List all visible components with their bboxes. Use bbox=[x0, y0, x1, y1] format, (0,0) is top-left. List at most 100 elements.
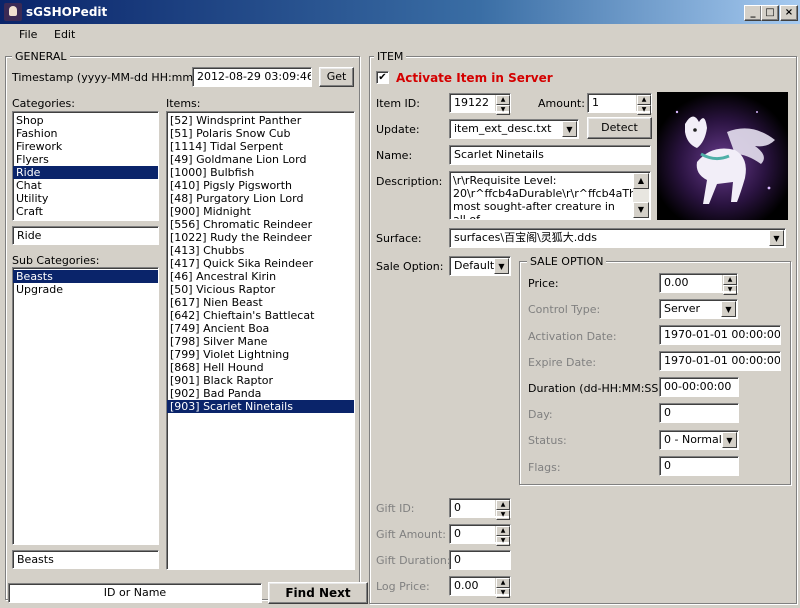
gift-amount-label: Gift Amount: bbox=[376, 528, 447, 541]
surface-label: Surface: bbox=[376, 232, 422, 245]
find-next-button[interactable]: Find Next bbox=[268, 582, 368, 604]
timestamp-label: Timestamp (yyyy-MM-dd HH:mm:ss): bbox=[12, 71, 217, 84]
item-list-item[interactable]: [1022] Rudy the Reindeer bbox=[167, 231, 354, 244]
item-list-item[interactable]: [799] Violet Lightning bbox=[167, 348, 354, 361]
scroll-down-icon[interactable]: ▼ bbox=[633, 202, 649, 218]
item-list-item[interactable]: [52] Windsprint Panther bbox=[167, 114, 354, 127]
item-list-item[interactable]: [50] Vicious Raptor bbox=[167, 283, 354, 296]
status-dropdown-arrow[interactable]: ▼ bbox=[722, 432, 737, 448]
category-list-item[interactable]: Shop bbox=[13, 114, 158, 127]
item-list-item[interactable]: [51] Polaris Snow Cub bbox=[167, 127, 354, 140]
activation-date-label: Activation Date: bbox=[528, 330, 617, 343]
name-input[interactable]: Scarlet Ninetails bbox=[449, 145, 651, 165]
day-input[interactable]: 0 bbox=[659, 403, 739, 423]
timestamp-input[interactable]: 2012-08-29 03:09:46 bbox=[192, 67, 312, 87]
item-list-item[interactable]: [901] Black Raptor bbox=[167, 374, 354, 387]
categories-label: Categories: bbox=[12, 97, 75, 110]
update-label: Update: bbox=[376, 123, 420, 136]
scroll-up-icon[interactable]: ▲ bbox=[633, 173, 649, 189]
category-list-item[interactable]: Chat bbox=[13, 179, 158, 192]
menu-file[interactable]: File bbox=[19, 28, 37, 41]
category-list-item[interactable]: Craft bbox=[13, 205, 158, 218]
surface-dropdown-arrow[interactable]: ▼ bbox=[769, 230, 784, 246]
control-type-label: Control Type: bbox=[528, 303, 601, 316]
description-scrollbar[interactable]: ▲ ▼ bbox=[633, 173, 649, 218]
description-label: Description: bbox=[376, 175, 443, 188]
item-list-item[interactable]: [413] Chubbs bbox=[167, 244, 354, 257]
category-list-item[interactable]: Flyers bbox=[13, 153, 158, 166]
name-label: Name: bbox=[376, 149, 413, 162]
surface-select[interactable]: surfaces\百宝阁\灵狐大.dds bbox=[449, 228, 786, 248]
status-label: Status: bbox=[528, 434, 567, 447]
flags-label: Flags: bbox=[528, 461, 561, 474]
subcategory-list-item[interactable]: Upgrade bbox=[13, 283, 158, 296]
menu-edit[interactable]: Edit bbox=[54, 28, 75, 41]
subcategories-label: Sub Categories: bbox=[12, 254, 100, 267]
subcategory-list-item[interactable]: Beasts bbox=[13, 270, 158, 283]
item-list-item[interactable]: [46] Ancestral Kirin bbox=[167, 270, 354, 283]
title-bar[interactable]: sGSHOPedit _ □ × bbox=[0, 0, 800, 24]
item-list-item[interactable]: [410] Pigsly Pigsworth bbox=[167, 179, 354, 192]
price-label: Price: bbox=[528, 277, 559, 290]
log-price-label: Log Price: bbox=[376, 580, 430, 593]
app-icon bbox=[4, 3, 22, 21]
item-preview-image bbox=[657, 92, 788, 220]
category-list-item[interactable]: Ride bbox=[13, 166, 158, 179]
item-list-item[interactable]: [749] Ancient Boa bbox=[167, 322, 354, 335]
item-list-item[interactable]: [1000] Bulbfish bbox=[167, 166, 354, 179]
search-input[interactable]: ID or Name bbox=[8, 583, 262, 603]
subcategories-list[interactable]: Beasts Upgrade bbox=[12, 267, 159, 545]
get-button[interactable]: Get bbox=[319, 67, 354, 87]
item-id-spinner[interactable]: ▲ ▼ bbox=[495, 95, 510, 115]
subcategory-field[interactable]: Beasts bbox=[12, 550, 159, 569]
item-list-item[interactable]: [903] Scarlet Ninetails bbox=[167, 400, 354, 413]
sale-option-legend: SALE OPTION bbox=[527, 255, 607, 268]
item-legend: ITEM bbox=[374, 50, 407, 63]
description-textarea[interactable]: \r\rRequisite Level: 20\r^ffcb4aDurable\… bbox=[449, 171, 651, 220]
category-list-item[interactable]: Utility bbox=[13, 192, 158, 205]
close-button[interactable]: × bbox=[780, 5, 798, 21]
menu-bar: File Edit bbox=[0, 24, 800, 44]
item-list-item[interactable]: [902] Bad Panda bbox=[167, 387, 354, 400]
category-field[interactable]: Ride bbox=[12, 226, 159, 245]
maximize-button[interactable]: □ bbox=[761, 5, 779, 21]
control-type-dropdown-arrow[interactable]: ▼ bbox=[721, 301, 736, 317]
sale-option-dropdown-arrow[interactable]: ▼ bbox=[494, 258, 509, 274]
general-legend: GENERAL bbox=[12, 50, 70, 63]
categories-list[interactable]: Shop Fashion Firework Flyers Ride Chat Utility… bbox=[12, 111, 159, 221]
activate-label: Activate Item in Server bbox=[396, 71, 553, 85]
gift-duration-input[interactable]: 0 bbox=[449, 550, 511, 570]
price-spinner[interactable]: ▲ ▼ bbox=[722, 275, 737, 295]
activate-checkbox[interactable]: ✔ bbox=[376, 71, 389, 84]
amount-spinner[interactable]: ▲ ▼ bbox=[636, 95, 651, 115]
activation-date-input[interactable]: 1970-01-01 00:00:00 bbox=[659, 325, 781, 345]
update-select[interactable]: item_ext_desc.txt bbox=[449, 119, 579, 139]
minimize-button[interactable]: _ bbox=[744, 5, 762, 21]
duration-input[interactable]: 00-00:00:00 bbox=[659, 377, 739, 397]
update-dropdown-arrow[interactable]: ▼ bbox=[562, 121, 577, 137]
item-list-item[interactable]: [49] Goldmane Lion Lord bbox=[167, 153, 354, 166]
category-list-item[interactable]: Fashion bbox=[13, 127, 158, 140]
item-list-item[interactable]: [417] Quick Sika Reindeer bbox=[167, 257, 354, 270]
items-list[interactable]: [52] Windsprint Panther [51] Polaris Snow… bbox=[166, 111, 355, 570]
item-list-item[interactable]: [1114] Tidal Serpent bbox=[167, 140, 354, 153]
category-list-item[interactable]: Firework bbox=[13, 140, 158, 153]
log-price-spinner[interactable]: ▲ ▼ bbox=[495, 578, 510, 598]
gift-duration-label: Gift Duration: bbox=[376, 554, 451, 567]
detect-button[interactable]: Detect bbox=[587, 117, 652, 139]
duration-label: Duration (dd-HH:MM:SS): bbox=[528, 382, 667, 395]
item-list-item[interactable]: [868] Hell Hound bbox=[167, 361, 354, 374]
item-list-item[interactable]: [617] Nien Beast bbox=[167, 296, 354, 309]
expire-date-input[interactable]: 1970-01-01 00:00:00 bbox=[659, 351, 781, 371]
item-list-item[interactable]: [900] Midnight bbox=[167, 205, 354, 218]
item-list-item[interactable]: [642] Chieftain's Battlecat bbox=[167, 309, 354, 322]
sale-option-group bbox=[519, 261, 791, 485]
gift-amount-spinner[interactable]: ▲ ▼ bbox=[495, 526, 510, 546]
item-list-item[interactable]: [48] Purgatory Lion Lord bbox=[167, 192, 354, 205]
item-list-item[interactable]: [556] Chromatic Reindeer bbox=[167, 218, 354, 231]
item-list-item[interactable]: [798] Silver Mane bbox=[167, 335, 354, 348]
flags-input[interactable]: 0 bbox=[659, 456, 739, 476]
sale-option-label: Sale Option: bbox=[376, 260, 444, 273]
gift-id-spinner[interactable]: ▲ ▼ bbox=[495, 500, 510, 520]
amount-label: Amount: bbox=[538, 97, 585, 110]
